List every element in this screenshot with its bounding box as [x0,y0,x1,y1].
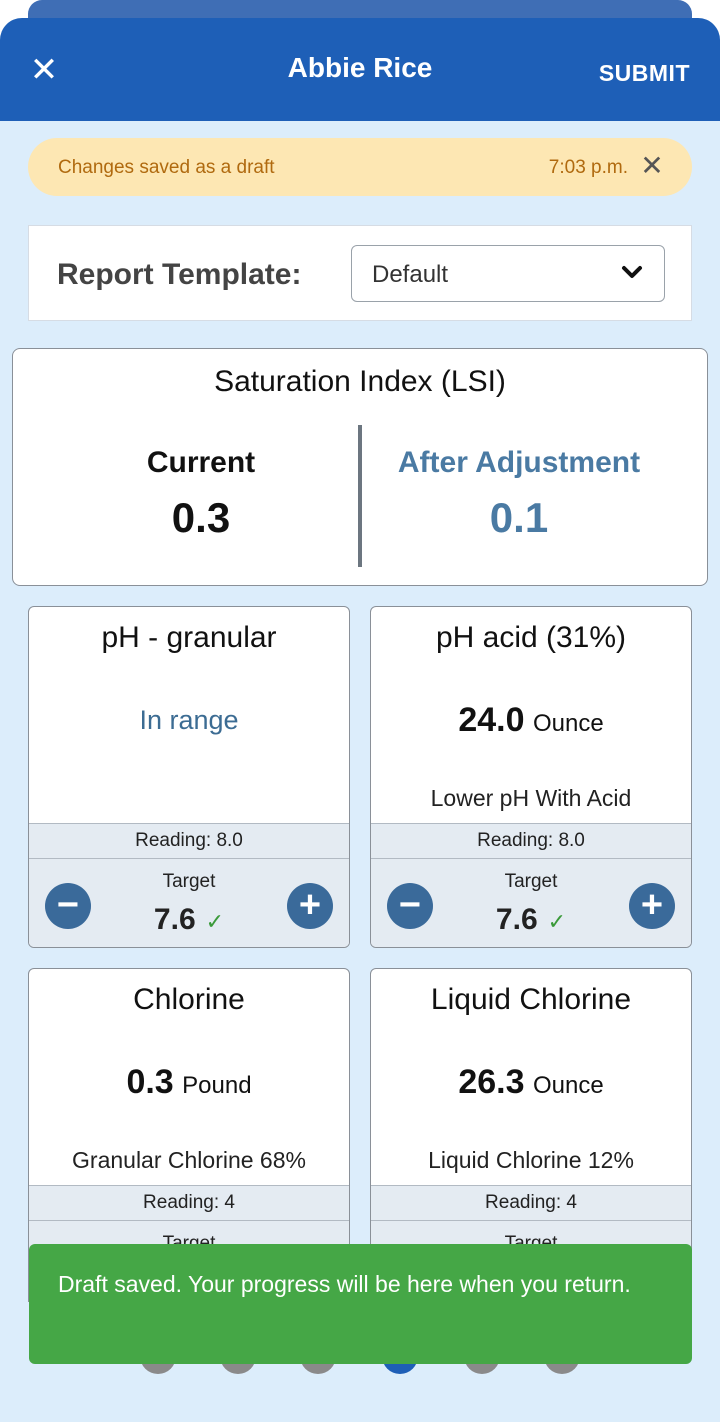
saturation-index-card: Saturation Index (LSI) Current 0.3 After… [12,348,708,586]
lsi-current-label: Current [146,446,256,479]
card-amount-value: 0.3 [126,1063,174,1101]
target-value: 7.6 [495,903,538,936]
report-template-select[interactable]: Default [351,245,665,302]
draft-banner: Changes saved as a draft 7:03 p.m. ✕ [28,138,692,196]
report-template-value: Default [372,261,449,288]
card-title: pH acid (31%) [435,621,627,654]
card-amount-value: 24.0 [458,701,525,739]
card-reading: Reading: 8.0 [29,823,349,859]
card-title: Liquid Chlorine [430,983,632,1016]
close-icon: ✕ [640,150,664,181]
chevron-down-icon [622,266,642,278]
card-product: Granular Chlorine 68% [72,1147,306,1173]
card-reading: Reading: 4 [29,1185,349,1221]
chemical-card-ph-acid: pH acid (31%) 24.0 Ounce Lower pH With A… [370,606,692,948]
card-title: pH - granular [101,621,277,654]
card-amount-value: 26.3 [458,1063,525,1101]
check-icon: ✓ [547,909,567,934]
report-template-panel: Report Template: Default [28,225,692,321]
lsi-after-value: 0.1 [489,494,549,541]
draft-banner-message: Changes saved as a draft [58,157,275,178]
dismiss-banner-button[interactable]: ✕ [638,151,666,181]
header-bar: ✕ Abbie Rice SUBMIT [0,18,720,121]
card-product: Liquid Chlorine 12% [428,1147,634,1173]
card-amount: 24.0 Ounce [371,701,691,740]
lsi-current-value: 0.3 [171,494,231,541]
plus-icon: + [640,884,664,926]
card-amount: 0.3 Pound [29,1063,349,1102]
report-template-label: Report Template: [57,258,302,291]
draft-banner-time: 7:03 p.m. [548,157,628,178]
card-amount-unit: Ounce [532,710,604,737]
target-row: − Target 7.6 ✓ + [371,859,691,947]
card-status: In range [139,705,239,735]
card-reading: Reading: 8.0 [371,823,691,859]
card-amount: 26.3 Ounce [371,1063,691,1102]
lsi-title: Saturation Index (LSI) [214,365,506,398]
card-amount-unit: Ounce [532,1072,604,1099]
draft-saved-toast: Draft saved. Your progress will be here … [29,1244,692,1364]
increase-target-button[interactable]: + [287,883,333,929]
lsi-after-adjustment: After Adjustment 0.1 [349,446,689,542]
target-value: 7.6 [153,903,196,936]
lsi-current: Current 0.3 [31,446,371,542]
plus-icon: + [298,884,322,926]
chemical-card-ph-granular: pH - granular In range Reading: 8.0 − Ta… [28,606,350,948]
increase-target-button[interactable]: + [629,883,675,929]
card-title: Chlorine [133,983,245,1016]
submit-button[interactable]: SUBMIT [599,60,690,87]
card-product: Lower pH With Acid [430,785,632,811]
card-amount-unit: Pound [182,1072,252,1099]
card-reading: Reading: 4 [371,1185,691,1221]
lsi-after-label: After Adjustment [397,446,641,479]
target-row: − Target 7.6 ✓ + [29,859,349,947]
check-icon: ✓ [205,909,225,934]
report-sheet: ✕ Abbie Rice SUBMIT Changes saved as a d… [0,18,720,1422]
